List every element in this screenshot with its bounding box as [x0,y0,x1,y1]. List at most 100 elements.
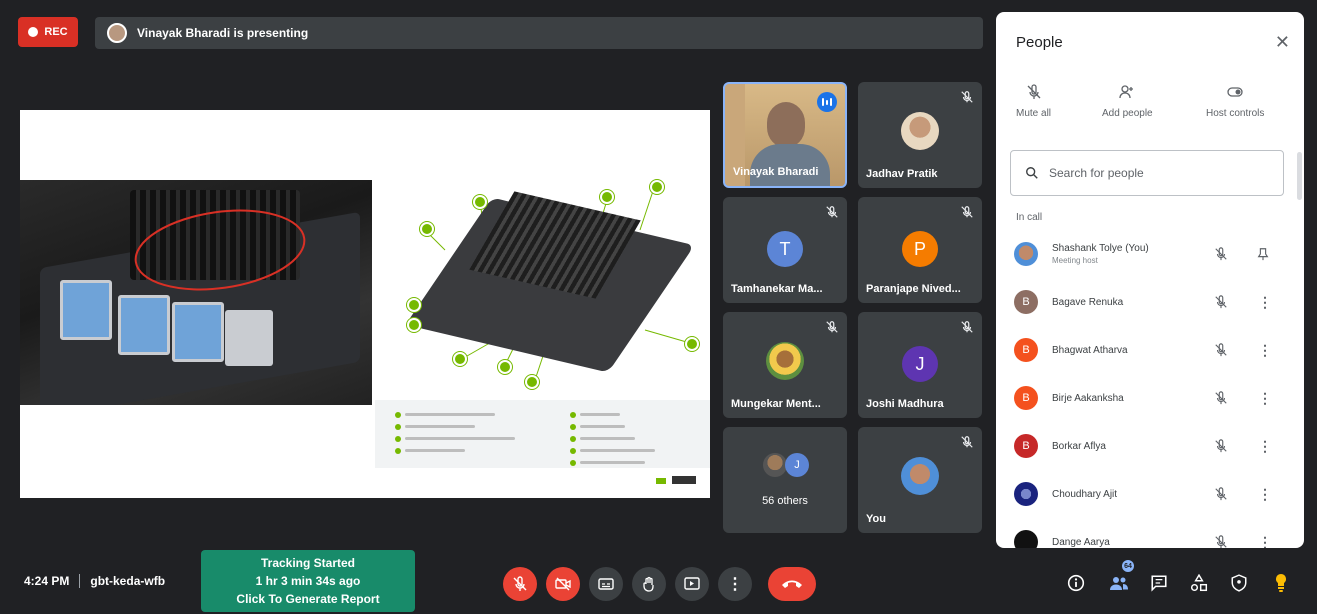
toggle-icon [1227,87,1243,97]
participant-row[interactable]: Shashank Tolye (You) Meeting host [1014,234,1294,274]
close-icon[interactable]: ✕ [1275,32,1290,53]
participant-tile[interactable]: Jadhav Pratik [858,82,982,188]
presenter-face [767,102,805,148]
mic-off-icon[interactable] [1214,535,1228,548]
record-dot-icon [28,27,39,37]
add-people-label: Add people [1102,108,1153,119]
participant-row[interactable]: B Bhagwat Atharva ⋮ [1014,330,1294,370]
tile-name: You [866,513,886,525]
callout-dot-icon [453,352,467,366]
participant-tile[interactable]: Mungekar Ment... [723,312,847,418]
camera-off-icon [555,577,571,591]
mute-all-button[interactable]: Mute all [1016,84,1051,119]
mute-all-label: Mute all [1016,108,1052,119]
pin-icon[interactable] [1256,247,1270,261]
more-options-icon[interactable]: ⋮ [1258,342,1272,359]
legend-text-line [580,413,620,416]
more-options-icon[interactable]: ⋮ [1258,486,1272,503]
activities-button[interactable] [1188,572,1210,594]
participant-tile[interactable]: T Tamhanekar Ma... [723,197,847,303]
speaking-indicator-icon [817,92,837,112]
participant-name: Shashank Tolye (You) [1052,243,1149,254]
host-controls-label: Host controls [1206,108,1265,119]
legend-text-line [580,461,645,464]
mic-off-icon [961,436,973,448]
mic-off-icon[interactable] [1214,391,1228,405]
more-options-icon[interactable]: ⋮ [1258,294,1272,311]
extension-button[interactable] [1270,572,1292,594]
legend-bullet [395,424,401,430]
participant-count-badge: 64 [1122,560,1134,572]
raise-hand-button[interactable] [632,567,666,601]
microphone-toggle-button[interactable] [503,567,537,601]
avatar: B [1014,290,1038,314]
present-button[interactable] [675,567,709,601]
tracking-report-button[interactable]: Tracking Started 1 hr 3 min 34s ago Clic… [201,550,415,612]
leave-call-button[interactable] [768,567,816,601]
activities-icon [1190,574,1208,592]
participant-row[interactable]: B Birje Aakanksha ⋮ [1014,378,1294,418]
slide-logo [656,474,698,488]
camera-toggle-button[interactable] [546,567,580,601]
legend-text-line [580,449,655,452]
people-icon [1110,577,1128,590]
others-avatar-letter: J [785,453,809,477]
chat-button[interactable] [1148,572,1170,594]
participant-row[interactable]: B Borkar Aflya ⋮ [1014,426,1294,466]
recording-indicator: REC [18,17,78,47]
participant-tile-self[interactable]: You [858,427,982,533]
participant-tile[interactable]: Vinayak Bharadi [723,82,847,188]
meeting-details-button[interactable] [1065,572,1087,594]
avatar: B [1014,338,1038,362]
participant-name: Bhagwat Atharva [1052,344,1128,356]
legend-bullet [395,436,401,442]
legend-text-line [405,437,515,440]
more-options-icon[interactable]: ⋮ [1258,438,1272,455]
presenter-banner: Vinayak Bharadi is presenting [95,17,983,49]
tracking-status: Tracking Started [260,556,356,570]
participant-name: Birje Aakanksha [1052,392,1124,404]
people-button[interactable] [1108,572,1130,594]
more-options-button[interactable]: ⋮ [718,567,752,601]
mic-off-icon[interactable] [1214,295,1228,309]
shared-presentation-slide [20,110,710,498]
legend-text-line [405,413,495,416]
avatar [1014,530,1038,548]
mic-off-icon[interactable] [1214,343,1228,357]
others-tile[interactable]: J 56 others [723,427,847,533]
panel-title: People [1016,34,1063,51]
end-call-icon [782,580,802,588]
tile-name: Joshi Madhura [866,398,944,410]
participant-row[interactable]: Choudhary Ajit ⋮ [1014,474,1294,514]
host-controls-button[interactable]: Host controls [1206,84,1264,119]
callout-dot-icon [473,195,487,209]
search-input[interactable]: Search for people [1010,150,1284,196]
mic-off-icon[interactable] [1214,247,1228,261]
present-screen-icon [684,577,700,590]
more-options-icon[interactable]: ⋮ [1258,390,1272,407]
legend-text-line [405,449,465,452]
scrollbar[interactable] [1297,152,1302,200]
mic-off-icon[interactable] [1214,487,1228,501]
participant-name: Borkar Aflya [1052,440,1106,452]
add-person-icon [1119,85,1134,99]
captions-button[interactable] [589,567,623,601]
mic-off-icon [826,206,838,218]
meeting-info: 4:24 PM gbt-keda-wfb [24,574,165,588]
others-avatar-photo [763,453,787,477]
usb-port-icon [60,280,112,340]
participant-row[interactable]: B Bagave Renuka ⋮ [1014,282,1294,322]
slide-legend [375,400,710,468]
legend-text-line [580,437,635,440]
participant-tile[interactable]: J Joshi Madhura [858,312,982,418]
more-options-icon[interactable]: ⋮ [1258,534,1272,549]
slide-board-photo [20,180,372,405]
participant-tile[interactable]: P Paranjape Nived... [858,197,982,303]
mic-off-icon[interactable] [1214,439,1228,453]
participant-row[interactable]: Dange Aarya ⋮ [1014,522,1294,548]
participant-name: Bagave Renuka [1052,296,1124,308]
host-controls-toolbar-button[interactable] [1228,572,1250,594]
legend-text-line [405,425,475,428]
section-label: In call [1016,212,1043,223]
add-people-button[interactable]: Add people [1102,84,1153,119]
